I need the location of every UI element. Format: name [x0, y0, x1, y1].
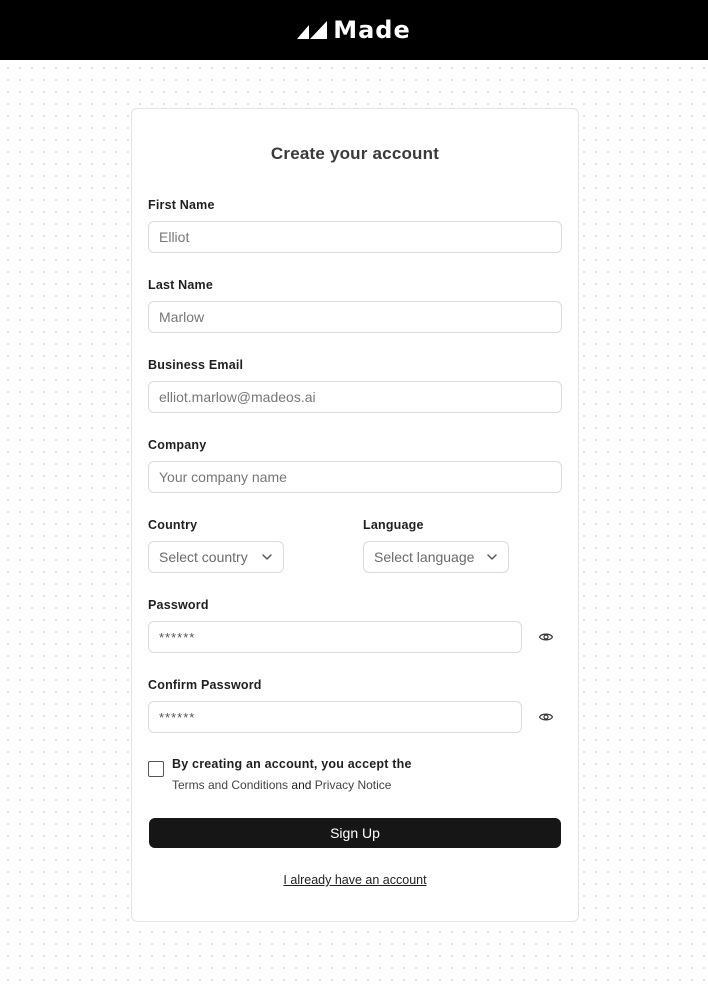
business-email-input[interactable]: [148, 381, 562, 413]
last-name-label: Last Name: [148, 278, 214, 292]
brand-logo[interactable]: Made: [297, 18, 411, 42]
top-navbar: Made: [0, 0, 708, 60]
chevron-down-icon: [487, 554, 497, 560]
country-label: Country: [148, 518, 198, 532]
confirm-password-label: Confirm Password: [148, 678, 262, 692]
first-name-label: First Name: [148, 198, 215, 212]
language-select-value: Select language: [374, 549, 475, 565]
sign-up-button[interactable]: Sign Up: [149, 818, 561, 848]
terms-checkbox[interactable]: [148, 761, 164, 777]
consent-conjunction: and: [291, 778, 312, 792]
company-input[interactable]: [148, 461, 562, 493]
page-title: Create your account: [270, 144, 440, 163]
password-label: Password: [148, 598, 209, 612]
terms-link[interactable]: Terms and Conditions: [172, 778, 288, 792]
confirm-password-input[interactable]: [148, 701, 522, 733]
eye-icon: [538, 633, 554, 641]
first-name-input[interactable]: [148, 221, 562, 253]
consent-links: Terms and Conditions and Privacy Notice: [172, 778, 391, 792]
chevron-down-icon: [262, 554, 272, 560]
consent-text: By creating an account, you accept the: [172, 757, 412, 771]
language-label: Language: [363, 518, 424, 532]
signup-card: Create your account First Name Last Name…: [131, 108, 579, 922]
country-select[interactable]: Select country: [148, 541, 284, 573]
country-select-value: Select country: [159, 549, 248, 565]
toggle-confirm-password-visibility[interactable]: [536, 707, 556, 727]
last-name-input[interactable]: [148, 301, 562, 333]
privacy-link[interactable]: Privacy Notice: [315, 778, 392, 792]
company-label: Company: [148, 438, 207, 452]
eye-icon: [538, 713, 554, 721]
made-logo-icon: [297, 21, 328, 39]
toggle-password-visibility[interactable]: [536, 627, 556, 647]
password-input[interactable]: [148, 621, 522, 653]
login-link[interactable]: I already have an account: [132, 873, 578, 887]
language-select[interactable]: Select language: [363, 541, 509, 573]
business-email-label: Business Email: [148, 358, 244, 372]
brand-name: Made: [333, 16, 411, 44]
